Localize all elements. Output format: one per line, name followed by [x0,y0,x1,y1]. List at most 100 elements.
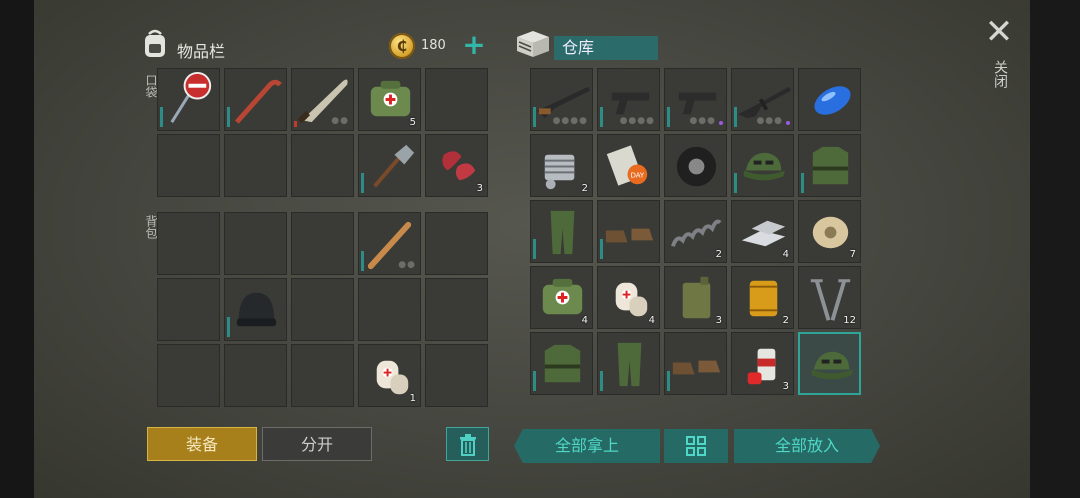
shovel-icon [373,144,415,188]
warehouse-slot-spray-paint[interactable]: 3 [731,332,794,395]
item-quantity: 2 [782,315,789,326]
camo-jacket-icon [544,344,581,383]
backpack-slot-empty[interactable] [291,278,354,341]
warehouse-slot-wire-spool[interactable]: 7 [798,200,861,263]
warehouse-slot-oil-filter[interactable]: 2 [731,266,794,329]
backpack-slot-empty[interactable] [157,278,220,341]
warehouse-slot-jerry-can[interactable]: 3 [664,266,727,329]
warehouse-slot-camo-pants[interactable] [597,332,660,395]
durability-bar [600,239,603,259]
pocket-slot-empty[interactable] [157,134,220,197]
magazine-icon: DAY [606,145,648,186]
durability-bar [667,371,670,391]
camo-cap-icon [811,351,854,380]
trash-button[interactable] [446,427,489,461]
item-quantity: 12 [843,315,856,326]
warehouse-slot-camo-jacket[interactable] [530,332,593,395]
backpack-slot-empty[interactable] [425,344,488,407]
rarity-dot [719,121,723,125]
durability-bar [361,173,364,193]
pocket-slot-crowbar[interactable] [224,68,287,131]
left-edge-bar [0,0,34,498]
warehouse-slot-assault-rifle[interactable]: ●●● [731,68,794,131]
sort-grid-button[interactable] [664,429,728,463]
backpack-slot-empty[interactable] [291,212,354,275]
backpack-slot-beanie-hat[interactable] [224,278,287,341]
camo-pants-icon [550,210,575,255]
backpack-slot-empty[interactable] [358,278,421,341]
trash-icon [459,434,476,456]
backpack-slot-bandage[interactable]: 1 [358,344,421,407]
close-icon[interactable]: ✕ [983,15,1015,49]
take-all-button[interactable]: 全部拿上 [514,429,660,463]
backpack-slot-baseball-bat[interactable]: ●● [358,212,421,275]
warehouse-slot-shotgun[interactable]: ●●●● [530,68,593,131]
ammo-dots: ●● [398,260,416,270]
warehouse-slot-boots[interactable] [664,332,727,395]
backpack-slot-empty[interactable] [291,344,354,407]
pocket-slot-empty[interactable] [291,134,354,197]
warehouse-slot-first-aid-bag[interactable]: 4 [530,266,593,329]
pocket-slot-stop-sign[interactable] [157,68,220,131]
crowbar-icon [234,79,282,124]
warehouse-slot-blue-fuel-tank[interactable] [798,68,861,131]
ammo-dots: ●●●● [552,116,588,126]
warehouse-slot-camo-jacket[interactable] [798,134,861,197]
item-quantity: 2 [715,249,722,260]
item-quantity: 4 [581,315,588,326]
durability-bar [734,173,737,193]
stop-sign-icon [170,71,212,123]
durability-bar [600,107,603,127]
close-label[interactable]: 关闭 [988,60,1010,88]
durability-bar [227,317,230,337]
warehouse-slot-spring[interactable]: 2 [664,200,727,263]
put-all-button[interactable]: 全部放入 [734,429,880,463]
item-quantity: 2 [581,183,588,194]
pocket-slot-empty[interactable] [425,68,488,131]
backpack-slot-empty[interactable] [224,344,287,407]
item-quantity: 4 [648,315,655,326]
pocket-slot-empty[interactable] [224,134,287,197]
item-quantity: 3 [476,183,483,194]
warehouse-slot-bandage[interactable]: 4 [597,266,660,329]
warehouse-slot-engine-part[interactable]: 2 [530,134,593,197]
item-quantity: 3 [782,381,789,392]
blue-fuel-tank-icon [814,86,851,115]
warehouse-slot-metal-bars[interactable]: 4 [731,200,794,263]
backpack-slot-empty[interactable] [425,278,488,341]
warehouse-slot-magazine[interactable]: DAY [597,134,660,197]
pocket-slot-raw-meat[interactable]: 3 [425,134,488,197]
pocket-slot-first-aid-bag[interactable]: 5 [358,68,421,131]
camo-cap-icon [743,152,786,181]
durability-bar [801,173,804,193]
warehouse-slot-camo-pants[interactable] [530,200,593,263]
warehouse-slot-camo-cap[interactable] [731,134,794,197]
boots-icon [672,360,721,375]
camo-pants-icon [617,342,642,387]
warehouse-slot-tire[interactable] [664,134,727,197]
backpack-slot-empty[interactable] [425,212,488,275]
warehouse-slot-pistol[interactable]: ●●●● [597,68,660,131]
pocket-slot-machete[interactable]: ●● [291,68,354,131]
ammo-dots: ●●● [689,116,716,126]
warehouse-slot-nails[interactable]: 12 [798,266,861,329]
backpack-slot-empty[interactable] [224,212,287,275]
durability-bar [667,107,670,127]
ammo-dots: ●● [331,116,349,126]
durability-bar [361,251,364,271]
durability-bar [734,107,737,127]
backpack-slot-empty[interactable] [157,212,220,275]
equip-button[interactable]: 装备 [147,427,257,461]
durability-bar [160,107,163,127]
beanie-hat-icon [236,292,277,327]
warehouse-slot-boots[interactable] [597,200,660,263]
backpack-slot-empty[interactable] [157,344,220,407]
warehouse-slot-camo-cap[interactable] [798,332,861,395]
add-coins-button[interactable]: + [462,31,486,59]
pocket-slot-shovel[interactable] [358,134,421,197]
item-quantity: 5 [409,117,416,128]
warehouse-slot-pistol[interactable]: ●●● [664,68,727,131]
split-button[interactable]: 分开 [262,427,372,461]
durability-bar [294,121,297,127]
tire-icon [676,146,717,187]
